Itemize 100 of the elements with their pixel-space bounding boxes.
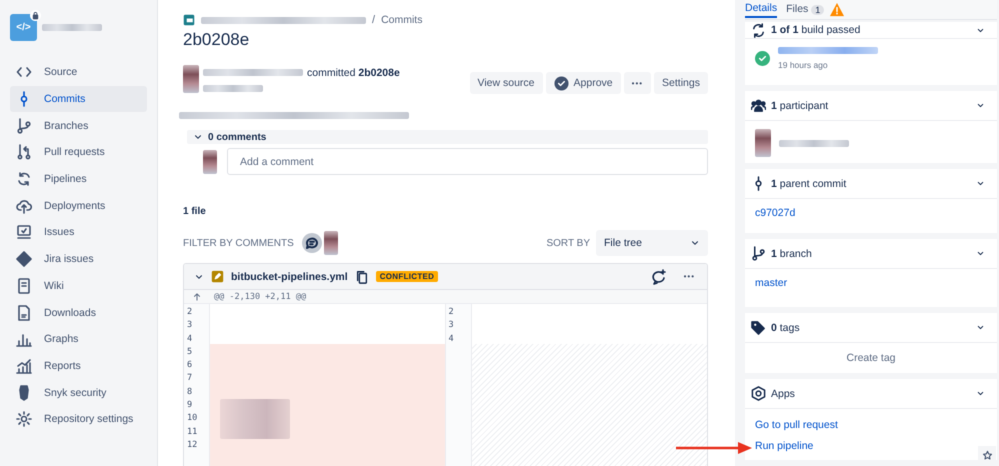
pull-request-icon	[16, 144, 32, 160]
create-tag-button[interactable]: Create tag	[840, 351, 902, 365]
avatar	[203, 150, 217, 174]
comments-header[interactable]: 0 comments	[187, 130, 708, 144]
lock-icon	[30, 10, 41, 21]
project-icon	[183, 14, 195, 26]
panel-title: 1 branch	[771, 248, 812, 260]
breadcrumb-link[interactable]: Commits	[381, 14, 422, 26]
panel-title: 1 of 1 build passed	[771, 24, 860, 36]
cloud-upload-icon	[16, 198, 32, 214]
line-number: 5	[187, 346, 194, 359]
comments-count: 0 comments	[208, 132, 266, 142]
line-number: 4	[448, 334, 455, 346]
panel-title: 1 participant	[771, 100, 828, 112]
sidebar-item[interactable]: Branches	[10, 112, 147, 140]
link[interactable]: master	[755, 277, 788, 289]
filter-label: FILTER BY COMMENTS	[183, 238, 294, 248]
tab[interactable]: Details	[745, 2, 778, 18]
commit-title: 2b0208e	[183, 30, 250, 50]
sidebar-item[interactable]: Pull requests	[10, 139, 147, 166]
people-icon	[751, 98, 766, 113]
success-icon	[755, 51, 770, 66]
line-number: 9	[187, 400, 194, 412]
link[interactable]: c97027d	[755, 207, 796, 219]
line-number: 11	[187, 426, 198, 439]
arrow-up-icon	[192, 292, 202, 302]
branch-icon	[751, 246, 766, 261]
sidebar-item[interactable]: Jira issues	[10, 246, 147, 272]
sidebar-item[interactable]: Repository settings	[10, 406, 147, 433]
cycle-icon	[16, 171, 32, 188]
diamond-icon	[16, 251, 32, 268]
panel-header[interactable]: 1 of 1 build passed	[745, 22, 997, 39]
panel-title: 1 parent commit	[771, 178, 846, 190]
file-name[interactable]: bitbucket-pipelines.yml	[231, 270, 348, 282]
line-number: 4	[187, 334, 194, 346]
repo-code-text: </>	[16, 22, 31, 33]
line-number: 12	[187, 440, 198, 452]
more-button[interactable]: •••	[624, 72, 652, 94]
files-count: 1 file	[183, 206, 207, 217]
line-number: 10	[187, 413, 198, 426]
check-circle-icon	[554, 76, 569, 90]
chevron-down-icon	[976, 179, 985, 188]
count-badge: 1	[811, 4, 824, 14]
sidebar-item[interactable]: Issues	[10, 219, 147, 246]
copy-icon	[354, 270, 369, 284]
panel-title: Apps	[771, 388, 795, 400]
comment-field[interactable]: Add a comment	[227, 148, 708, 175]
chevron-down-icon	[976, 101, 985, 110]
sidebar-item[interactable]: Commits	[10, 86, 147, 112]
hexagon-icon	[751, 386, 766, 401]
add-comment-icon	[650, 268, 667, 284]
sort-label: SORT BY	[546, 238, 590, 248]
panel-header[interactable]: 1 parent commit	[745, 169, 997, 199]
panel-header[interactable]: Apps	[745, 379, 997, 409]
approve-button[interactable]: Approve	[546, 72, 621, 94]
avatar	[183, 65, 199, 93]
sidebar-item[interactable]: Source	[10, 59, 147, 86]
chevron-down-icon	[976, 249, 985, 258]
build-time: 19 hours ago	[778, 60, 829, 70]
cycle-icon	[751, 22, 766, 38]
star-icon	[982, 450, 992, 460]
link[interactable]: Run pipeline	[755, 440, 814, 452]
line-number: 2	[187, 307, 194, 319]
panel-title: 0 tags	[771, 322, 800, 334]
line-number: 8	[187, 386, 194, 399]
document-icon	[16, 278, 32, 294]
line-number: 6	[187, 360, 194, 372]
action-button[interactable]: Settings	[654, 72, 708, 94]
panel-header[interactable]: 0 tags	[745, 313, 997, 343]
panel-header[interactable]: 1 branch	[745, 239, 997, 269]
file-icon	[16, 304, 32, 321]
blurred-text	[42, 24, 102, 31]
monitor-icon	[16, 224, 32, 240]
sidebar-item[interactable]: Snyk security	[10, 379, 147, 406]
link[interactable]: Go to pull request	[755, 419, 838, 431]
blurred-text	[220, 399, 290, 439]
action-button[interactable]: View source	[470, 72, 543, 94]
chevron-down-icon	[976, 323, 985, 332]
line-number: 2	[448, 307, 455, 319]
sidebar-item[interactable]: Graphs	[10, 326, 147, 353]
comment-icon	[302, 233, 322, 253]
shield-icon	[16, 384, 32, 401]
avatar	[324, 231, 338, 255]
tag-icon	[751, 320, 766, 335]
tab[interactable]: Files	[786, 2, 808, 16]
panel-header[interactable]: 1 participant	[745, 91, 997, 121]
sort-dropdown[interactable]: File tree	[596, 230, 708, 256]
avatar	[755, 129, 771, 157]
line-number: 3	[187, 320, 194, 332]
sidebar-item[interactable]: Deployments	[10, 192, 147, 220]
chevron-down-icon	[976, 389, 985, 398]
blurred-text	[779, 140, 849, 146]
status-badge: CONFLICTED	[376, 271, 438, 282]
more-button[interactable]: •••	[682, 272, 697, 281]
sidebar-item[interactable]: Downloads	[10, 299, 147, 326]
line-number: 3	[448, 320, 455, 332]
sidebar-item[interactable]: Pipelines	[10, 166, 147, 192]
commit-text: committed 2b0208e	[307, 66, 400, 78]
sidebar-item[interactable]: Wiki	[10, 272, 147, 300]
sidebar-item[interactable]: Reports	[10, 352, 147, 380]
